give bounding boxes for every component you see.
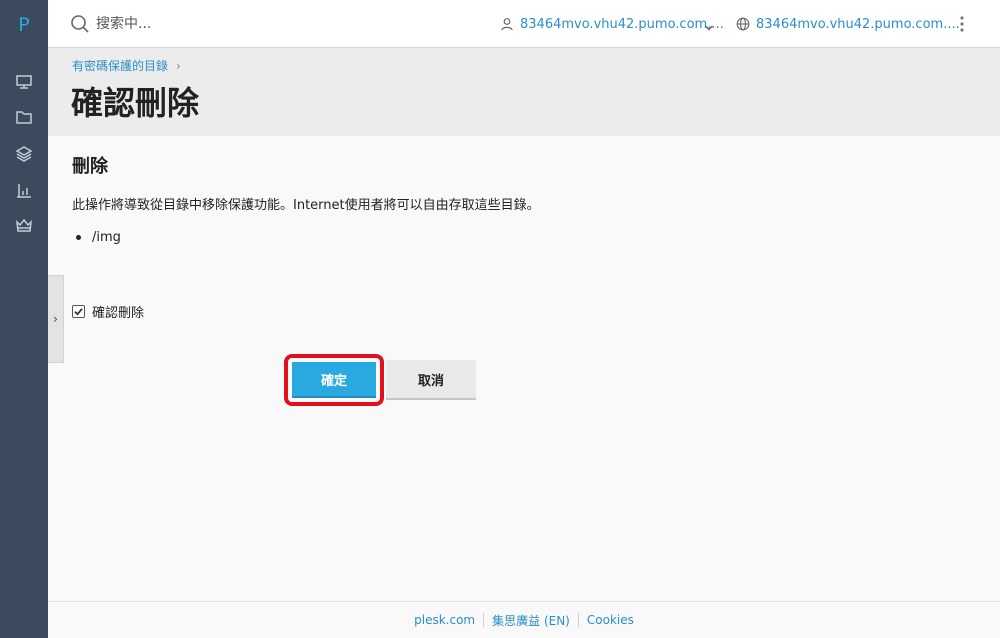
page-header: 有密碼保護的目錄 › 確認刪除 <box>48 48 1000 136</box>
cancel-button[interactable]: 取消 <box>386 360 476 400</box>
monitor-icon[interactable] <box>14 72 34 92</box>
user-icon <box>501 18 513 31</box>
list-item: /img <box>76 230 121 245</box>
bar-chart-icon[interactable] <box>14 180 34 200</box>
globe-icon <box>736 17 750 31</box>
footer-link-plesk[interactable]: plesk.com <box>406 613 483 627</box>
directory-list: /img <box>76 230 121 245</box>
bullet-icon <box>76 235 81 240</box>
list-item-label: /img <box>92 230 121 245</box>
plesk-logo[interactable]: P <box>0 14 48 36</box>
search-icon <box>70 14 90 34</box>
user-menu-label: 83464mvo.vhu42.pumo.com.... <box>520 16 724 32</box>
confirm-delete-label: 確認刪除 <box>92 306 145 321</box>
footer-link-feedback[interactable]: 集思廣益 (EN) <box>484 612 578 629</box>
breadcrumb-link[interactable]: 有密碼保護的目錄 <box>72 57 168 74</box>
domain-menu-label: 83464mvo.vhu42.pumo.com.... <box>756 16 960 32</box>
left-navigation: P <box>0 0 48 638</box>
confirm-delete-checkbox[interactable] <box>72 305 85 318</box>
main-content: › 刪除 此操作將導致從目錄中移除保護功能。Internet使用者將可以自由存取… <box>48 136 1000 601</box>
description-text: 此操作將導致從目錄中移除保護功能。Internet使用者將可以自由存取這些目錄。 <box>72 198 540 213</box>
confirm-delete-option[interactable]: 確認刪除 <box>72 302 144 321</box>
page-title: 確認刪除 <box>71 84 200 122</box>
section-title: 刪除 <box>72 156 108 177</box>
footer: plesk.com 集思廣益 (EN) Cookies <box>48 601 1000 638</box>
folder-icon[interactable] <box>14 107 34 127</box>
highlight-frame: 確定 <box>284 354 384 406</box>
user-menu[interactable]: 83464mvo.vhu42.pumo.com.... <box>500 15 724 33</box>
chevron-down-icon[interactable] <box>704 18 714 31</box>
ok-button[interactable]: 確定 <box>292 362 376 398</box>
search-input[interactable] <box>96 12 396 36</box>
domain-menu[interactable]: 83464mvo.vhu42.pumo.com.... <box>736 15 960 33</box>
top-bar: 83464mvo.vhu42.pumo.com.... 83464mvo.vhu… <box>48 0 1000 48</box>
chevron-right-icon: › <box>53 312 58 326</box>
layers-icon[interactable] <box>14 144 34 164</box>
crown-icon[interactable] <box>14 215 34 235</box>
chevron-right-icon: › <box>176 58 181 73</box>
checkmark-icon <box>74 308 83 316</box>
footer-link-cookies[interactable]: Cookies <box>579 613 642 627</box>
breadcrumb: 有密碼保護的目錄 › <box>72 57 181 74</box>
more-options-icon[interactable] <box>956 14 968 34</box>
expand-panel-toggle[interactable]: › <box>48 275 64 363</box>
